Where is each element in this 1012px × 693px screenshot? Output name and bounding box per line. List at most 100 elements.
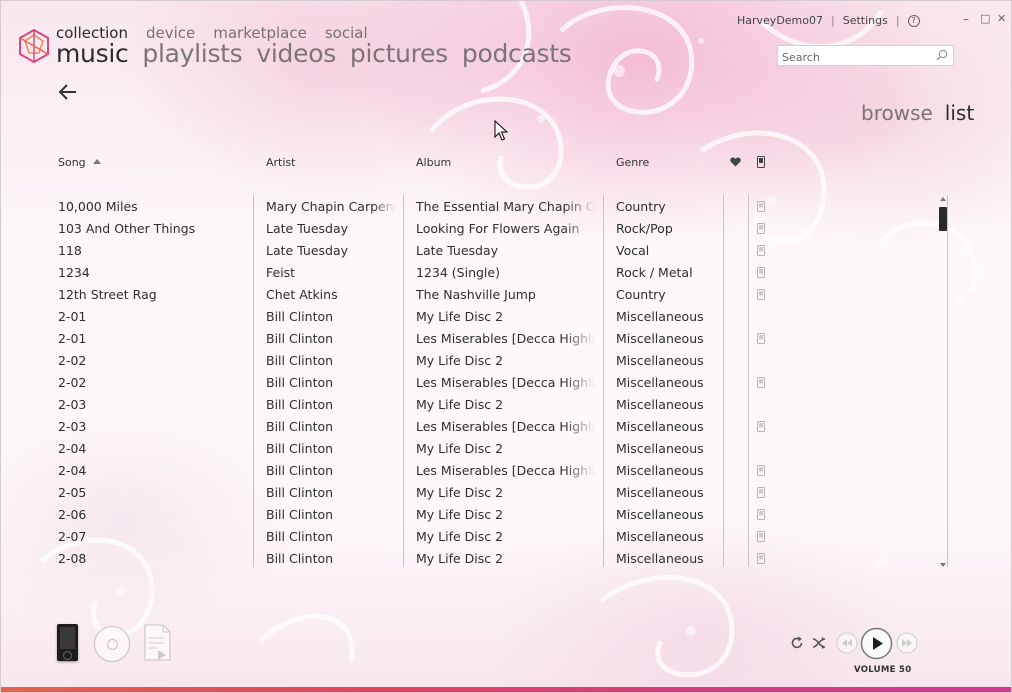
genre-cell: Country xyxy=(616,199,666,214)
song-cell: 2-08 xyxy=(58,551,87,566)
playlist-file-icon[interactable] xyxy=(144,624,171,661)
separator: | xyxy=(895,14,900,27)
device-screen xyxy=(60,627,75,649)
table-row[interactable]: 2-08 Bill Clinton My Life Disc 2 Miscellane… xyxy=(1,547,1011,569)
table-row[interactable]: 103 And Other Things Late Tuesday Looking … xyxy=(1,217,1011,239)
maximize-button[interactable]: □ xyxy=(980,13,990,25)
song-cell: 10,000 Miles xyxy=(58,199,138,214)
tab-videos[interactable]: videos xyxy=(256,39,336,68)
search-input[interactable] xyxy=(778,48,928,67)
album-column-header[interactable]: Album xyxy=(416,156,451,169)
play-icon[interactable] xyxy=(860,627,893,660)
song-column-header[interactable]: Song xyxy=(58,156,101,169)
artist-cell: Late Tuesday xyxy=(266,243,349,258)
table-row[interactable]: 2-03 Bill Clinton Les Miserables [Decca Hi… xyxy=(1,415,1011,437)
table-row[interactable]: 12th Street Rag Chet Atkins The Nashville … xyxy=(1,283,1011,305)
disc-burn-icon[interactable] xyxy=(94,626,130,662)
table-row[interactable]: 1234 Feist 1234 (Single) Rock / Metal xyxy=(1,261,1011,283)
table-row[interactable]: 2-03 Bill Clinton My Life Disc 2 Miscellane… xyxy=(1,393,1011,415)
album-cell: My Life Disc 2 xyxy=(416,309,504,324)
table-row[interactable]: 2-06 Bill Clinton My Life Disc 2 Miscellane… xyxy=(1,503,1011,525)
genre-cell: Miscellaneous xyxy=(616,309,704,324)
artist-cell: Bill Clinton xyxy=(266,529,334,544)
tab-podcasts[interactable]: podcasts xyxy=(462,39,572,68)
mouse-cursor-icon xyxy=(494,120,508,141)
zune-device-icon[interactable] xyxy=(57,624,78,661)
table-row[interactable]: 2-02 Bill Clinton Les Miserables [Decca Hi… xyxy=(1,371,1011,393)
song-header-label: Song xyxy=(58,156,86,169)
vertical-scrollbar[interactable] xyxy=(939,197,948,567)
scrollbar-thumb[interactable] xyxy=(939,207,947,231)
artist-cell: Bill Clinton xyxy=(266,375,334,390)
song-cell: 2-06 xyxy=(58,507,87,522)
close-button[interactable]: ✕ xyxy=(997,13,1006,25)
table-row[interactable]: 2-07 Bill Clinton My Life Disc 2 Miscellane… xyxy=(1,525,1011,547)
minimize-button[interactable]: – xyxy=(963,13,969,25)
separator: | xyxy=(831,14,835,27)
album-cell: The Essential Mary Chapin Carpenter xyxy=(416,199,596,214)
artist-cell: Bill Clinton xyxy=(266,397,334,412)
back-arrow-icon[interactable] xyxy=(58,83,78,101)
settings-link[interactable]: Settings xyxy=(843,14,888,27)
song-cell: 2-04 xyxy=(58,441,87,456)
table-row[interactable]: 2-04 Bill Clinton Les Miserables [Decca Hi… xyxy=(1,459,1011,481)
genre-cell: Miscellaneous xyxy=(616,551,704,566)
username-link[interactable]: HarveyDemo07 xyxy=(737,14,823,27)
device-icon[interactable] xyxy=(757,156,765,168)
scroll-up-arrow-icon[interactable] xyxy=(940,197,946,201)
on-device-icon xyxy=(757,223,765,234)
tab-music[interactable]: music xyxy=(56,39,129,68)
artist-cell: Bill Clinton xyxy=(266,507,334,522)
song-cell: 2-01 xyxy=(58,331,87,346)
on-device-icon xyxy=(757,421,765,432)
genre-cell: Miscellaneous xyxy=(616,485,704,500)
table-row[interactable]: 10,000 Miles Mary Chapin Carpenter The Ess… xyxy=(1,195,1011,217)
album-cell: The Nashville Jump xyxy=(416,287,536,302)
list-view-button[interactable]: list xyxy=(945,101,974,125)
volume-label[interactable]: VOLUME 50 xyxy=(854,665,911,675)
search-icon[interactable] xyxy=(936,49,948,61)
artist-cell: Bill Clinton xyxy=(266,485,334,500)
on-device-icon xyxy=(757,553,765,564)
repeat-icon[interactable] xyxy=(790,636,804,650)
song-list: 10,000 Miles Mary Chapin Carpenter The Ess… xyxy=(1,195,1011,569)
album-cell: Les Miserables [Decca Highlights] xyxy=(416,375,596,390)
table-row[interactable]: 118 Late Tuesday Late Tuesday Vocal xyxy=(1,239,1011,261)
album-cell: Les Miserables [Decca Highlights] xyxy=(416,463,596,478)
song-cell: 2-05 xyxy=(58,485,87,500)
table-row[interactable]: 2-02 Bill Clinton My Life Disc 2 Miscellane… xyxy=(1,349,1011,371)
table-row[interactable]: 2-01 Bill Clinton Les Miserables [Decca Hi… xyxy=(1,327,1011,349)
artist-cell: Mary Chapin Carpenter xyxy=(266,199,396,214)
song-cell: 12th Street Rag xyxy=(58,287,157,302)
on-device-icon xyxy=(757,531,765,542)
disc-hole xyxy=(107,639,118,650)
album-cell: My Life Disc 2 xyxy=(416,353,504,368)
view-toggle: browse list xyxy=(861,101,974,125)
table-row[interactable]: 2-05 Bill Clinton My Life Disc 2 Miscellane… xyxy=(1,481,1011,503)
sub-navigation: music playlists videos pictures podcasts xyxy=(56,39,572,68)
on-device-icon xyxy=(757,267,765,278)
help-icon[interactable]: ? xyxy=(907,14,920,27)
on-device-icon xyxy=(757,289,765,300)
shuffle-icon[interactable] xyxy=(812,636,826,650)
genre-cell: Miscellaneous xyxy=(616,353,704,368)
song-cell: 2-03 xyxy=(58,397,87,412)
user-bar: HarveyDemo07 | Settings | ? xyxy=(737,14,920,27)
table-row[interactable]: 2-04 Bill Clinton My Life Disc 2 Miscellane… xyxy=(1,437,1011,459)
artist-column-header[interactable]: Artist xyxy=(266,156,295,169)
table-row[interactable]: 2-01 Bill Clinton My Life Disc 2 Miscellane… xyxy=(1,305,1011,327)
artist-cell: Late Tuesday xyxy=(266,221,349,236)
previous-track-icon[interactable] xyxy=(836,632,858,654)
song-cell: 103 And Other Things xyxy=(58,221,196,236)
search-box xyxy=(777,45,954,67)
scroll-down-arrow-icon[interactable] xyxy=(940,563,946,567)
on-device-icon xyxy=(757,487,765,498)
next-track-icon[interactable] xyxy=(896,632,918,654)
browse-view-button[interactable]: browse xyxy=(861,101,933,125)
genre-column-header[interactable]: Genre xyxy=(616,156,649,169)
tab-pictures[interactable]: pictures xyxy=(350,39,448,68)
heart-icon[interactable] xyxy=(730,157,741,167)
on-device-icon xyxy=(757,465,765,476)
tab-playlists[interactable]: playlists xyxy=(142,39,242,68)
album-cell: Les Miserables [Decca Highlights] xyxy=(416,419,596,434)
